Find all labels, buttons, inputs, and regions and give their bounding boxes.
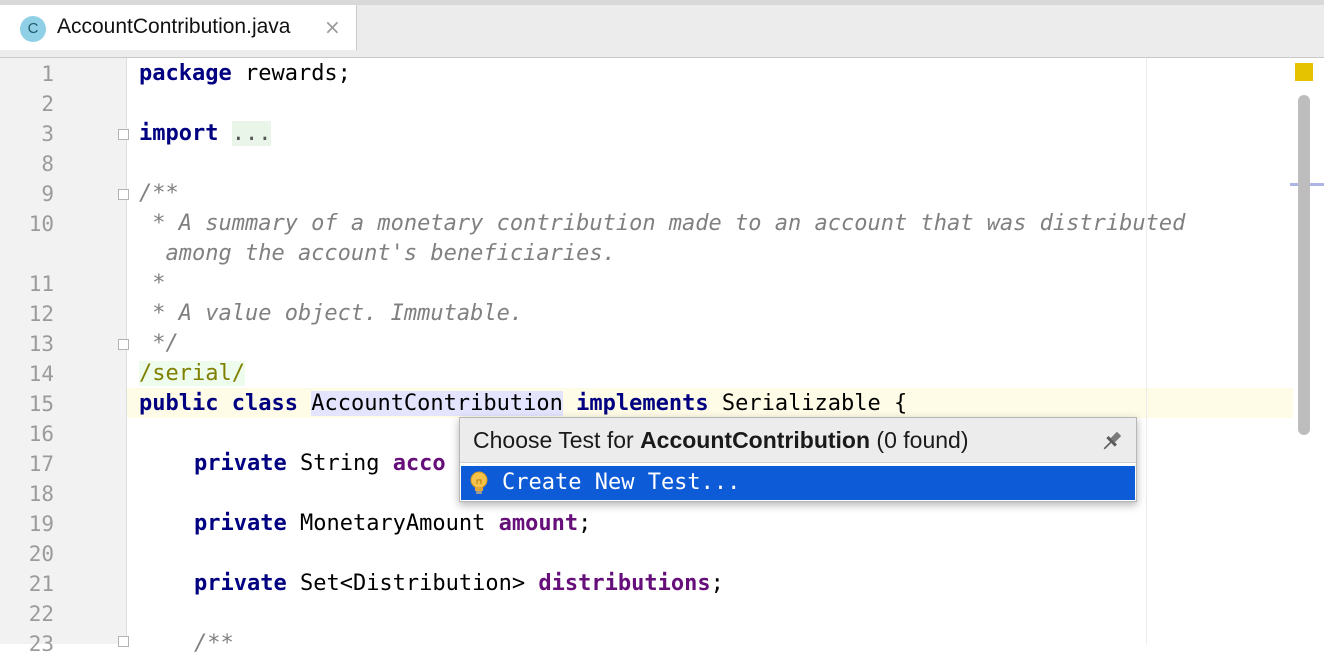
line-number: 20 [28,542,54,566]
line-number: 23 [28,632,54,656]
code-line-21: private Set<Distribution> distributions; [194,571,724,596]
tab-account-contribution[interactable]: C AccountContribution.java × [0,5,357,50]
code-line-15: public class AccountContribution impleme… [139,391,908,416]
code-line-17: private String acco [194,451,446,476]
code-line-3: import ... [139,121,272,146]
line-number: 18 [28,482,54,506]
pin-icon[interactable] [1100,429,1124,453]
line-number: 22 [28,602,54,626]
line-number: 13 [28,332,54,356]
code-line-12: * A value object. Immutable. [139,301,524,326]
line-number: 9 [41,182,54,206]
lightbulb-icon [470,471,488,494]
code-line-23: /** [194,631,234,656]
popup-header: Choose Test for AccountContribution (0 f… [460,418,1136,463]
warning-marker-icon[interactable] [1295,63,1313,81]
line-number: 21 [28,572,54,596]
tab-active-indicator [0,48,356,50]
popup-title: Choose Test for AccountContribution (0 f… [473,427,969,453]
line-number: 12 [28,302,54,326]
code-line-19: private MonetaryAmount amount; [194,511,592,536]
editor-tab-bar: C AccountContribution.java × [0,0,1324,58]
vertical-scrollbar-thumb[interactable] [1298,95,1310,435]
line-number: 8 [41,152,54,176]
create-new-test-item[interactable]: Create New Test... [461,466,1135,500]
line-number: 11 [28,272,54,296]
line-number: 16 [28,422,54,446]
line-number: 14 [28,362,54,386]
code-line-10: * A summary of a monetary contribution m… [139,211,1186,236]
tab-title: AccountContribution.java [57,15,291,38]
code-line-9: /** [139,181,179,206]
close-tab-icon[interactable]: × [324,15,341,39]
line-number-gutter[interactable]: 1 2 3 8 9 10 11 12 13 14 15 16 17 18 19 … [0,58,129,656]
line-number: 17 [28,452,54,476]
java-class-icon: C [20,16,46,42]
line-number: 3 [41,122,54,146]
line-number: 15 [28,392,54,416]
class-name-identifier[interactable]: AccountContribution [311,391,563,416]
create-new-test-label: Create New Test... [502,470,741,495]
folded-imports[interactable]: ... [231,121,272,146]
line-number: 2 [41,92,54,116]
line-number: 19 [28,512,54,536]
line-number: 10 [28,212,54,236]
code-editor[interactable]: package rewards; import ... /** * A summ… [127,58,1293,656]
choose-test-popup: Choose Test for AccountContribution (0 f… [459,417,1137,502]
code-line-14: /serial/ [139,361,245,386]
code-line-13: */ [139,331,179,356]
line-number: 1 [41,62,54,86]
right-margin-guide [1146,58,1147,644]
code-line-10-wrap: among the account's beneficiaries. [139,241,616,266]
code-line-1: package rewards; [139,61,351,86]
code-line-11: * [139,271,166,296]
